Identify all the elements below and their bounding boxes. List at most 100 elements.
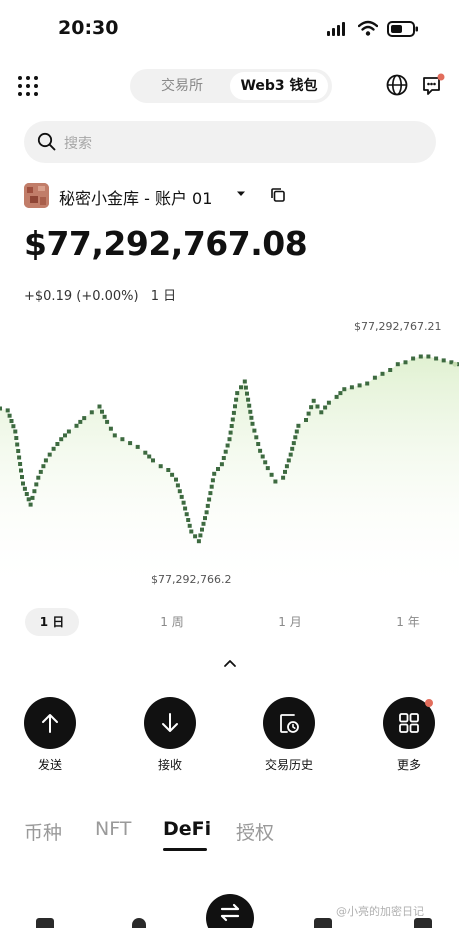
chart-point: [89, 410, 94, 415]
chart-point: [349, 385, 354, 390]
chart-point: [326, 400, 331, 405]
change-period: 1 日: [150, 289, 177, 304]
chart-point: [74, 423, 79, 428]
status-time: 20:30: [58, 17, 119, 39]
chart-segment-dot: [207, 497, 212, 502]
more-label: 更多: [396, 758, 421, 772]
chart-segment-dot: [175, 483, 180, 488]
chart-point: [196, 539, 201, 544]
chart-segment-dot: [55, 442, 60, 446]
history-icon: [280, 714, 299, 733]
chart-segment-dot: [34, 482, 39, 487]
chart-segment-dot: [234, 397, 239, 402]
chart-segment-dot: [291, 441, 296, 446]
chart-high-label: $77,292,767.21: [354, 320, 442, 333]
chart-end-marker: [452, 361, 458, 367]
chart-segment-dot: [179, 494, 184, 499]
chart-segment-dot: [286, 458, 291, 463]
balance-chart[interactable]: [0, 315, 459, 595]
chart-point: [21, 481, 25, 486]
receive-button[interactable]: 接收: [140, 697, 200, 773]
chart-segment-dot: [323, 405, 328, 410]
chart-segment-dot: [231, 410, 236, 415]
chart-segment-dot: [239, 385, 243, 390]
chart-segment-dot: [243, 385, 248, 390]
chart-segment-dot: [22, 486, 27, 491]
account-selector[interactable]: 秘密小金库 - 账户 01: [24, 183, 304, 208]
chart-segment-dot: [248, 409, 253, 414]
range-tab-1m[interactable]: 1 月: [268, 608, 312, 636]
tab-exchange[interactable]: 交易所: [134, 72, 230, 100]
chart-point: [112, 433, 117, 438]
range-tab-1w[interactable]: 1 周: [150, 608, 194, 636]
search-input[interactable]: 搜索: [24, 121, 436, 163]
chart-point: [59, 437, 64, 442]
nav-item-discover[interactable]: [132, 918, 146, 928]
chart-point: [334, 394, 339, 399]
tab-tokens[interactable]: 币种: [24, 818, 62, 845]
more-button[interactable]: 更多: [379, 697, 439, 773]
nav-item-wallet[interactable]: [36, 918, 54, 928]
arrow-up-icon: [42, 714, 58, 733]
account-name: 秘密小金库 - 账户 01: [59, 189, 213, 208]
chart-point: [227, 437, 232, 442]
chart-point: [288, 452, 293, 457]
range-selector: 1 日 1 周 1 月 1 年: [0, 608, 459, 636]
chart-segment-dot: [177, 489, 182, 494]
chart-point: [36, 475, 41, 480]
send-button[interactable]: 发送: [20, 697, 80, 773]
tab-defi[interactable]: DeFi: [163, 818, 211, 840]
globe-icon[interactable]: [386, 74, 408, 96]
chart-point: [166, 468, 171, 472]
chart-segment-dot: [41, 464, 46, 469]
chart-segment-dot: [229, 424, 234, 428]
chart-point: [151, 458, 155, 463]
swap-button[interactable]: [206, 894, 254, 928]
wallet-mode-switch: 交易所 Web3 钱包: [130, 69, 332, 103]
watermark: @小亮的加密日记: [336, 905, 424, 918]
chart-segment-dot: [198, 533, 203, 538]
chart-point: [403, 360, 408, 365]
top-bar: 交易所 Web3 钱包: [0, 66, 459, 106]
chart-point: [204, 510, 209, 515]
chart-segment-dot: [228, 430, 233, 435]
history-button[interactable]: 交易历史: [259, 697, 319, 773]
message-icon[interactable]: [421, 72, 447, 98]
chart-point: [158, 464, 163, 469]
chart-point: [5, 408, 10, 413]
chart-point: [319, 410, 324, 415]
range-tab-1y[interactable]: 1 年: [386, 608, 430, 636]
tab-nft[interactable]: NFT: [95, 818, 131, 840]
chart-segment-dot: [183, 506, 188, 511]
chart-segment-dot: [283, 469, 287, 474]
more-circle: [383, 697, 435, 749]
copy-icon[interactable]: [270, 187, 286, 203]
tab-web3-wallet[interactable]: Web3 钱包: [230, 72, 328, 100]
signal-icon: [327, 22, 345, 36]
chart-point: [28, 502, 33, 507]
nav-item-browser[interactable]: [314, 918, 332, 928]
history-label: 交易历史: [264, 758, 313, 772]
chart-point: [97, 404, 102, 409]
chart-segment-dot: [24, 492, 29, 496]
chart-point: [66, 429, 71, 434]
chart-point: [296, 423, 301, 428]
chevron-up-icon[interactable]: [223, 658, 237, 668]
chart-segment-dot: [284, 464, 289, 469]
chart-point: [281, 475, 286, 480]
tab-approvals[interactable]: 授权: [236, 818, 274, 845]
chart-segment-dot: [205, 503, 210, 508]
chart-point: [212, 471, 217, 476]
range-tab-1d[interactable]: 1 日: [25, 608, 79, 636]
chart-point: [441, 358, 446, 363]
chart-segment-dot: [147, 454, 152, 459]
chart-point: [273, 479, 278, 484]
dropdown-icon[interactable]: [236, 190, 246, 198]
grid-menu-icon[interactable]: [16, 74, 40, 98]
chart-point: [189, 529, 194, 534]
chart-point: [357, 383, 362, 388]
quick-actions: 发送 接收 交易历史 更多: [0, 697, 459, 777]
chart-segment-dot: [216, 467, 220, 471]
chart-segment-dot: [233, 404, 237, 409]
nav-item-profile[interactable]: [414, 918, 432, 928]
